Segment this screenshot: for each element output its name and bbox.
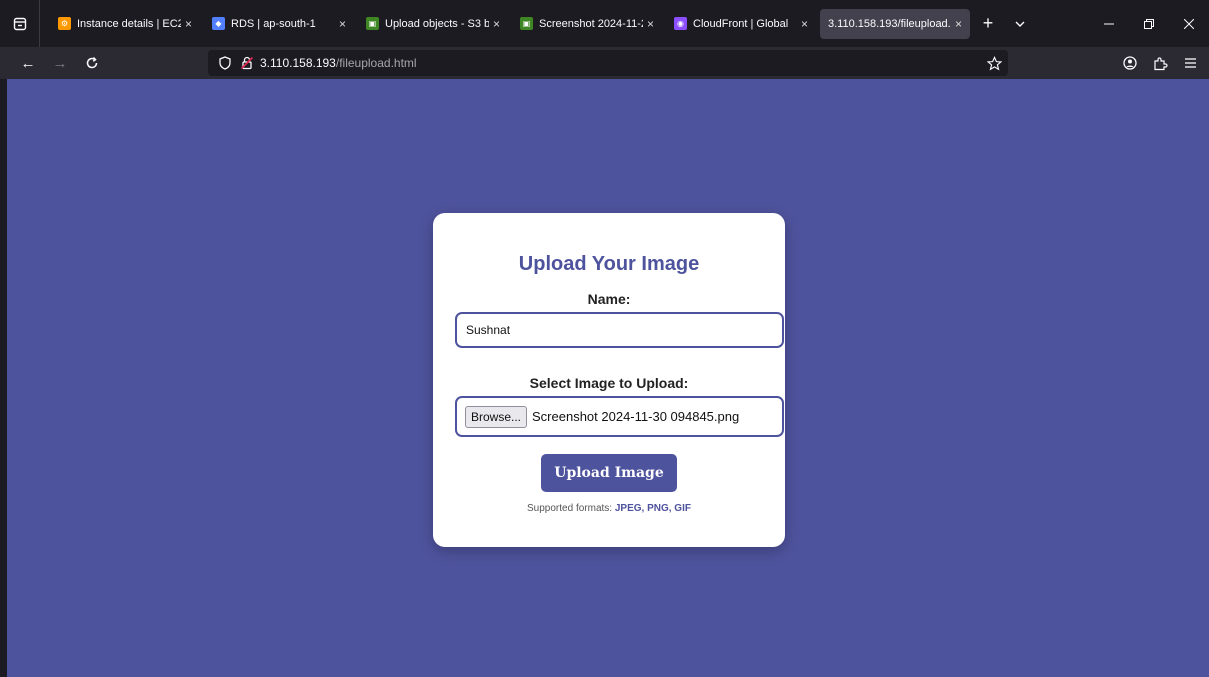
tab-fileupload[interactable]: 3.110.158.193/fileupload.h × (820, 8, 970, 39)
new-tab-button[interactable]: + (974, 9, 1002, 39)
url-text: 3.110.158.193/fileupload.html (260, 56, 417, 70)
restore-button[interactable] (1129, 0, 1169, 47)
reload-button[interactable] (76, 47, 108, 79)
aws-rds-favicon-icon: ◆ (212, 17, 225, 30)
supported-formats-note: Supported formats: JPEG, PNG, GIF (433, 503, 785, 514)
address-bar[interactable]: 3.110.158.193/fileupload.html (208, 50, 1008, 76)
aws-s3-favicon-icon: ▣ (520, 17, 533, 30)
toolbar-right-icons (1115, 47, 1209, 79)
app-menu-button[interactable] (1175, 47, 1205, 79)
tab-close-icon[interactable]: × (801, 17, 808, 31)
url-host: 3.110.158.193 (260, 56, 336, 70)
arrow-left-icon: ← (20, 54, 36, 72)
hamburger-menu-icon (1184, 58, 1196, 68)
file-select-label: Select Image to Upload: (529, 375, 689, 391)
tab-title: CloudFront | Global (693, 17, 789, 30)
aws-cloudfront-favicon-icon: ◉ (674, 17, 687, 30)
close-icon (1184, 18, 1194, 29)
account-button[interactable] (1115, 47, 1145, 79)
tab-title: RDS | ap-south-1 (231, 17, 316, 30)
bookmark-star-icon[interactable] (987, 55, 1002, 71)
minimize-icon (1104, 23, 1114, 24)
tab-close-icon[interactable]: × (493, 17, 500, 31)
tab-title: 3.110.158.193/fileupload.h (828, 17, 951, 30)
selected-file-name: Screenshot 2024-11-30 094845.png (532, 409, 740, 424)
tab-cloudfront[interactable]: ◉ CloudFront | Global × (666, 9, 816, 39)
tab-overview-button[interactable] (0, 0, 40, 47)
account-icon (1123, 56, 1137, 70)
plus-icon: + (982, 13, 994, 33)
chevron-down-icon (1015, 21, 1025, 27)
insecure-lock-icon[interactable] (240, 56, 254, 70)
shield-icon[interactable] (218, 56, 232, 70)
name-label: Name: (587, 291, 631, 307)
page-title: Upload Your Image (518, 253, 700, 275)
file-input[interactable]: Browse... Screenshot 2024-11-30 094845.p… (455, 396, 784, 437)
tab-bar: ⚙ Instance details | EC2 | × ◆ RDS | ap-… (0, 0, 1209, 47)
aws-ec2-favicon-icon: ⚙ (58, 17, 71, 30)
page-left-edge (0, 79, 7, 677)
back-button[interactable]: ← (12, 47, 44, 79)
tab-title: Instance details | EC2 | (77, 17, 181, 30)
puzzle-icon (1153, 56, 1168, 70)
url-path: /fileupload.html (335, 56, 417, 70)
extensions-button[interactable] (1145, 47, 1175, 79)
tab-title: Upload objects - S3 bu (385, 17, 489, 30)
forward-button[interactable]: → (44, 47, 76, 79)
tab-close-icon[interactable]: × (185, 17, 192, 31)
tab-s3-upload[interactable]: ▣ Upload objects - S3 bu × (358, 9, 508, 39)
tab-close-icon[interactable]: × (955, 17, 962, 31)
upload-form-card: Upload Your Image Name: Select Image to … (433, 213, 785, 547)
browse-button[interactable]: Browse... (465, 405, 528, 428)
restore-icon (1144, 18, 1154, 29)
upload-image-button[interactable]: Upload Image (541, 454, 677, 492)
reload-icon (86, 56, 98, 69)
close-window-button[interactable] (1169, 0, 1209, 47)
name-input[interactable] (455, 312, 784, 348)
tab-close-icon[interactable]: × (647, 17, 654, 31)
tab-overview-icon (13, 17, 26, 30)
minimize-button[interactable] (1089, 0, 1129, 47)
tab-rds[interactable]: ◆ RDS | ap-south-1 × (204, 9, 354, 39)
list-all-tabs-button[interactable] (1006, 9, 1034, 39)
tab-title: Screenshot 2024-11-2 (539, 17, 643, 30)
arrow-right-icon: → (52, 54, 68, 72)
aws-s3-favicon-icon: ▣ (366, 17, 379, 30)
tab-close-icon[interactable]: × (339, 17, 346, 31)
tab-ec2-instance[interactable]: ⚙ Instance details | EC2 | × (50, 9, 200, 39)
supported-formats-prefix: Supported formats: (527, 503, 613, 514)
supported-formats-list: JPEG, PNG, GIF (614, 503, 691, 514)
tab-screenshot[interactable]: ▣ Screenshot 2024-11-2 × (512, 9, 662, 39)
